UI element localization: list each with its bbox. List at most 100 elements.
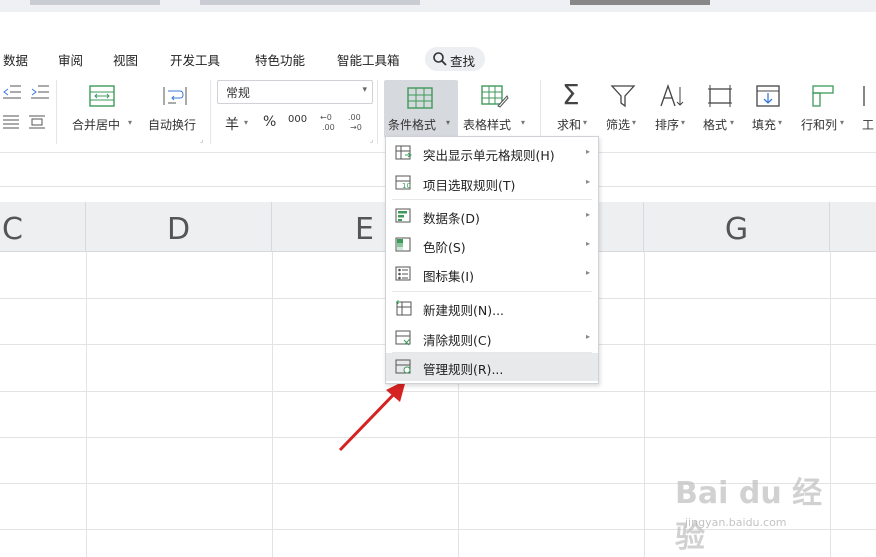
menu-item-color-scales[interactable]: 色阶(S) ▸ <box>386 231 598 259</box>
svg-text:.00: .00 <box>348 113 361 122</box>
column-header-d[interactable]: D <box>86 202 272 252</box>
column-header-label: D <box>166 212 191 247</box>
table-style-caret[interactable]: ▾ <box>521 118 525 127</box>
chevron-right-icon: ▸ <box>585 177 590 186</box>
conditional-format-button[interactable]: 条件格式 ▾ <box>384 80 458 138</box>
merge-center-icon[interactable] <box>89 84 115 108</box>
menu-item-label: 管理规则(R)... <box>423 362 504 377</box>
decrease-indent-icon[interactable] <box>2 84 22 100</box>
sort-caret[interactable]: ▾ <box>681 118 685 127</box>
column-line <box>272 252 273 557</box>
format-caret[interactable]: ▾ <box>730 118 734 127</box>
fill-caret[interactable]: ▾ <box>778 118 782 127</box>
menu-item-label: 突出显示单元格规则(H) <box>423 148 555 163</box>
column-header-label: G <box>724 212 749 247</box>
chevron-down-icon: ▾ <box>446 118 451 127</box>
filter-caret[interactable]: ▾ <box>632 118 636 127</box>
sum-button[interactable]: 求和 <box>557 116 581 133</box>
column-header-label: C <box>2 212 23 247</box>
table-style-icon[interactable] <box>481 84 509 108</box>
column-header-h[interactable] <box>830 202 876 252</box>
menu-item-top-bottom-rules[interactable]: 10 项目选取规则(T) ▸ <box>386 169 598 197</box>
blurred-title <box>200 0 420 5</box>
conditional-format-icon <box>407 87 433 109</box>
increase-indent-icon[interactable] <box>30 84 50 100</box>
percent-format-button[interactable]: % <box>263 114 276 130</box>
thousands-format-button[interactable]: 000 <box>288 114 307 125</box>
menu-item-new-rule[interactable]: 新建规则(N)... <box>386 294 598 322</box>
ribbon-separator <box>210 80 211 144</box>
wrap-text-button[interactable]: 自动换行 <box>148 116 196 133</box>
chevron-down-icon: ▾ <box>362 85 367 95</box>
menu-item-label: 色阶(S) <box>423 240 466 255</box>
number-format-value: 常规 <box>226 86 251 100</box>
menu-item-data-bars[interactable]: 数据条(D) ▸ <box>386 202 598 230</box>
number-format-select[interactable]: 常规 ▾ <box>217 80 373 104</box>
svg-text:10: 10 <box>402 182 411 190</box>
tab-review[interactable]: 审阅 <box>58 50 83 69</box>
sort-button[interactable]: 排序 <box>655 116 679 133</box>
ribbon-separator <box>540 80 541 144</box>
watermark-logo: Bai du 经验 <box>675 476 823 555</box>
distributed-align-icon[interactable] <box>28 114 46 130</box>
sum-caret[interactable]: ▾ <box>583 118 587 127</box>
chevron-right-icon: ▸ <box>585 210 590 219</box>
menu-item-label: 图标集(I) <box>423 269 474 284</box>
column-header-c[interactable]: C <box>0 202 86 252</box>
table-style-button[interactable]: 表格样式 <box>463 116 511 133</box>
menu-item-icon-sets[interactable]: 图标集(I) ▸ <box>386 260 598 288</box>
increase-decimal-icon[interactable]: ←0 .00 <box>318 112 340 132</box>
fill-button[interactable]: 填充 <box>752 116 776 133</box>
blurred-title <box>30 0 160 5</box>
sum-icon[interactable]: Σ <box>562 78 580 111</box>
menu-item-highlight-cells-rules[interactable]: 突出显示单元格规则(H) ▸ <box>386 139 598 167</box>
tab-special[interactable]: 特色功能 <box>255 50 305 69</box>
worksheet-icon[interactable] <box>862 84 876 108</box>
worksheet-button[interactable]: 工 <box>862 116 874 133</box>
search-button[interactable]: 查找 <box>425 47 485 71</box>
row-column-icon[interactable] <box>811 84 835 108</box>
currency-dropdown-caret[interactable]: ▾ <box>244 118 248 127</box>
color-scales-icon <box>395 237 411 252</box>
tab-view[interactable]: 视图 <box>113 50 138 69</box>
chevron-right-icon: ▸ <box>585 147 590 156</box>
menu-tab-bar: 数据 审阅 视图 开发工具 特色功能 智能工具箱 查找 <box>0 44 876 74</box>
dialog-launcher-icon[interactable]: ⌟ <box>370 136 373 144</box>
column-line <box>86 252 87 557</box>
top-bottom-rules-icon: 10 <box>395 175 411 190</box>
watermark-url: jingyan.baidu.com <box>685 516 787 529</box>
manage-rules-icon <box>395 359 411 374</box>
ribbon-separator <box>56 80 57 144</box>
dialog-launcher-icon[interactable]: ⌟ <box>200 136 203 144</box>
conditional-format-label: 条件格式 <box>388 118 437 132</box>
icon-sets-icon <box>395 266 411 281</box>
merge-center-button[interactable]: 合并居中 <box>72 116 120 133</box>
tab-data[interactable]: 数据 <box>3 50 28 69</box>
fill-icon[interactable] <box>755 84 781 108</box>
currency-format-button[interactable]: 羊 <box>225 114 239 134</box>
decrease-decimal-icon[interactable]: .00 →0 <box>346 112 368 132</box>
row-line <box>0 391 876 392</box>
menu-item-manage-rules[interactable]: 管理规则(R)... <box>386 353 598 381</box>
chevron-right-icon: ▸ <box>585 332 590 341</box>
menu-separator <box>392 199 592 200</box>
conditional-format-menu: 突出显示单元格规则(H) ▸ 10 项目选取规则(T) ▸ 数据条(D) ▸ 色… <box>385 136 599 384</box>
clear-rules-icon <box>395 330 411 346</box>
merge-dropdown-caret[interactable]: ▾ <box>128 118 132 127</box>
menu-item-clear-rules[interactable]: 清除规则(C) ▸ <box>386 324 598 352</box>
column-header-g[interactable]: G <box>644 202 830 252</box>
new-rule-icon <box>396 300 412 316</box>
row-line <box>0 437 876 438</box>
row-column-caret[interactable]: ▾ <box>840 118 844 127</box>
format-cells-icon[interactable] <box>707 84 733 108</box>
filter-icon[interactable] <box>610 84 636 108</box>
row-column-button[interactable]: 行和列 <box>801 116 837 133</box>
chevron-right-icon: ▸ <box>585 239 590 248</box>
align-justify-icon[interactable] <box>2 114 20 130</box>
tab-smart-toolbox[interactable]: 智能工具箱 <box>337 50 400 69</box>
tab-developer[interactable]: 开发工具 <box>170 50 220 69</box>
sort-icon[interactable] <box>658 84 686 108</box>
filter-button[interactable]: 筛选 <box>606 116 630 133</box>
wrap-text-icon[interactable] <box>162 84 188 108</box>
format-button[interactable]: 格式 <box>703 116 727 133</box>
